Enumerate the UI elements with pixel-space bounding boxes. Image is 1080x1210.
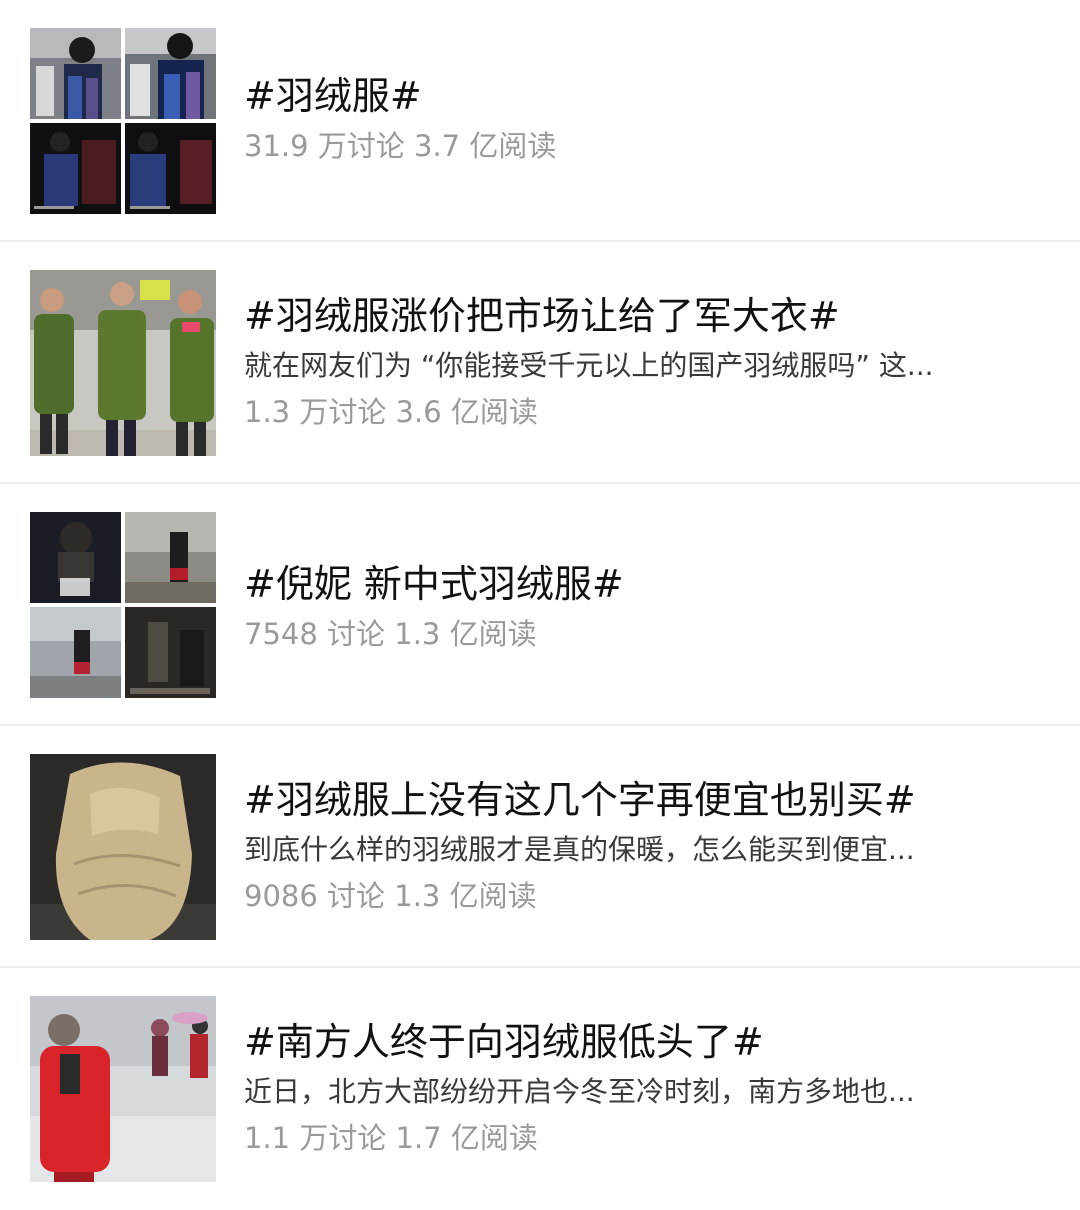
topic-thumbnail bbox=[30, 270, 216, 456]
topic-text: #羽绒服涨价把市场让给了军大衣# 就在网友们为 “你能接受千元以上的国产羽绒服吗… bbox=[244, 292, 1050, 432]
topic-row[interactable]: #羽绒服涨价把市场让给了军大衣# 就在网友们为 “你能接受千元以上的国产羽绒服吗… bbox=[0, 242, 1080, 484]
topic-thumbnail bbox=[30, 512, 216, 698]
topic-thumbnail bbox=[30, 996, 216, 1182]
topic-summary: 就在网友们为 “你能接受千元以上的国产羽绒服吗” 这... bbox=[244, 349, 934, 382]
topic-title[interactable]: #羽绒服涨价把市场让给了军大衣# bbox=[244, 292, 1050, 340]
topic-title[interactable]: #羽绒服上没有这几个字再便宜也别买# bbox=[244, 776, 1050, 824]
topic-text: #倪妮 新中式羽绒服# 7548 讨论 1.3 亿阅读 bbox=[244, 560, 1050, 654]
topic-title[interactable]: #南方人终于向羽绒服低头了# bbox=[244, 1018, 1050, 1066]
topic-title[interactable]: #倪妮 新中式羽绒服# bbox=[244, 560, 1050, 608]
topic-text: #羽绒服上没有这几个字再便宜也别买# 到底什么样的羽绒服才是真的保暖，怎么能买到… bbox=[244, 776, 1050, 916]
topic-summary: 近日，北方大部纷纷开启今冬至冷时刻，南方多地也... bbox=[244, 1075, 915, 1108]
topic-summary: 到底什么样的羽绒服才是真的保暖，怎么能买到便宜... bbox=[244, 833, 915, 866]
topic-stats: 1.3 万讨论 3.6 亿阅读 bbox=[244, 395, 538, 429]
topic-text: #南方人终于向羽绒服低头了# 近日，北方大部纷纷开启今冬至冷时刻，南方多地也..… bbox=[244, 1018, 1050, 1158]
topic-stats: 31.9 万讨论 3.7 亿阅读 bbox=[244, 129, 557, 163]
topic-stats: 1.1 万讨论 1.7 亿阅读 bbox=[244, 1121, 538, 1155]
topic-title[interactable]: #羽绒服# bbox=[244, 72, 1050, 120]
topic-thumbnail bbox=[30, 28, 216, 214]
topic-row[interactable]: #南方人终于向羽绒服低头了# 近日，北方大部纷纷开启今冬至冷时刻，南方多地也..… bbox=[0, 968, 1080, 1210]
topic-row[interactable]: #羽绒服上没有这几个字再便宜也别买# 到底什么样的羽绒服才是真的保暖，怎么能买到… bbox=[0, 726, 1080, 968]
topic-row[interactable]: #倪妮 新中式羽绒服# 7548 讨论 1.3 亿阅读 bbox=[0, 484, 1080, 726]
topic-stats: 9086 讨论 1.3 亿阅读 bbox=[244, 879, 537, 913]
topic-thumbnail bbox=[30, 754, 216, 940]
topic-row[interactable]: #羽绒服# 31.9 万讨论 3.7 亿阅读 bbox=[0, 0, 1080, 242]
topic-list: #羽绒服# 31.9 万讨论 3.7 亿阅读 #羽绒服涨价把市场让给了军大衣# … bbox=[0, 0, 1080, 1209]
topic-stats: 7548 讨论 1.3 亿阅读 bbox=[244, 617, 537, 651]
topic-text: #羽绒服# 31.9 万讨论 3.7 亿阅读 bbox=[244, 72, 1050, 166]
